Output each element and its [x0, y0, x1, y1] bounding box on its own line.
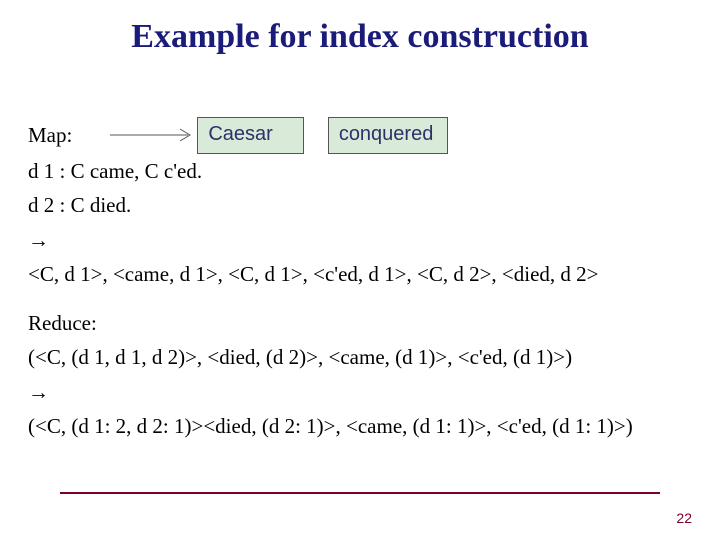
slide-title: Example for index construction	[0, 18, 720, 56]
map-row: Map: Caesar conquered	[28, 118, 692, 152]
reduce-output: (<C, (d 1: 2, d 2: 1)><died, (d 2: 1)>, …	[28, 411, 692, 441]
page-number: 22	[676, 510, 692, 526]
map-d2: d 2 : C died.	[28, 190, 692, 220]
gap	[28, 294, 692, 308]
reduce-input: (<C, (d 1, d 1, d 2)>, <died, (d 2)>, <c…	[28, 342, 692, 372]
map-arrow: →	[28, 225, 692, 255]
slide: Example for index construction Map: Caes…	[0, 0, 720, 540]
highlight-caesar: Caesar	[197, 117, 303, 154]
footer-rule	[60, 492, 660, 494]
slide-body: Map: Caesar conquered d 1 : C came, C c'…	[28, 118, 692, 446]
highlight-conquered: conquered	[328, 117, 449, 154]
reduce-arrow: →	[28, 377, 692, 407]
map-pairs: <C, d 1>, <came, d 1>, <C, d 1>, <c'ed, …	[28, 259, 692, 289]
arrow-icon	[108, 125, 198, 145]
map-label: Map:	[28, 120, 72, 150]
reduce-label: Reduce:	[28, 308, 692, 338]
map-d1: d 1 : C came, C c'ed.	[28, 156, 692, 186]
